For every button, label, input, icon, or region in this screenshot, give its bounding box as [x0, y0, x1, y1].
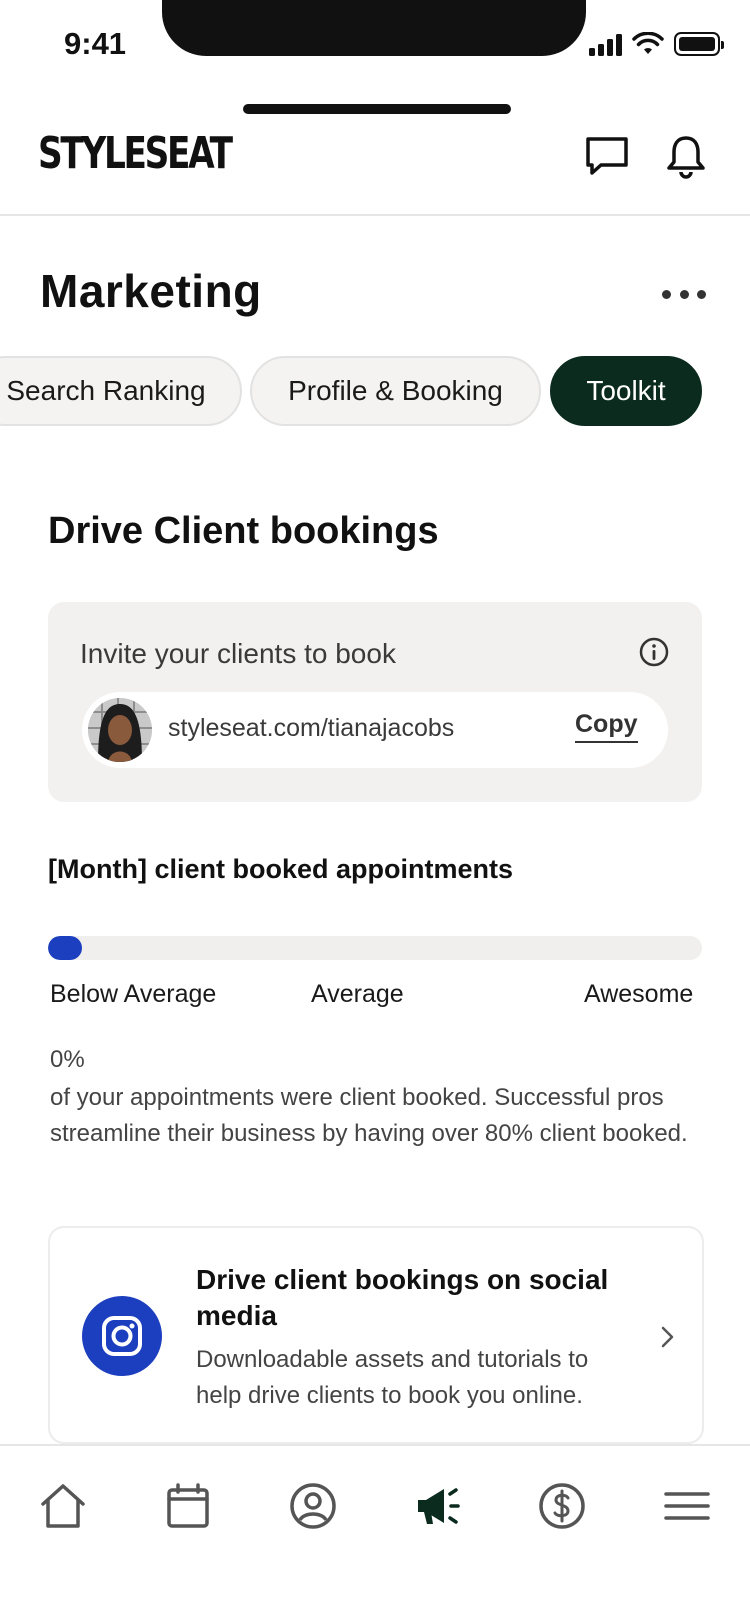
info-icon[interactable]: [638, 636, 670, 668]
megaphone-icon[interactable]: [412, 1480, 464, 1532]
styleseat-logo[interactable]: STYLESEAT: [38, 128, 233, 179]
tab-search-ranking[interactable]: Search Ranking: [0, 356, 242, 426]
social-card-title: Drive client bookings on social media: [196, 1264, 609, 1331]
bell-icon[interactable]: [662, 132, 710, 180]
dot-icon: [679, 289, 689, 299]
dot-icon: [662, 289, 671, 299]
booking-link-field: styleseat.com/tianajacobs Copy: [82, 692, 668, 768]
status-icons: [589, 32, 724, 56]
client-booked-description: of your appointments were client booked.…: [50, 1084, 688, 1147]
progress-fill: [48, 936, 82, 960]
scale-label-below-average: Below Average: [50, 980, 217, 1008]
invite-card: Invite your clients to book styleseat.co…: [48, 602, 702, 802]
home-icon[interactable]: [37, 1480, 89, 1532]
marketing-tabs: Search Ranking Profile & Booking Toolkit: [0, 356, 750, 428]
copy-link-button[interactable]: Copy: [575, 710, 638, 743]
battery-icon: [674, 32, 724, 56]
more-options-button[interactable]: [662, 280, 706, 308]
social-card-description: Downloadable assets and tutorials to hel…: [196, 1346, 589, 1409]
tab-toolkit[interactable]: Toolkit: [550, 356, 702, 426]
home-indicator: [243, 104, 511, 114]
cellular-signal-icon: [589, 32, 622, 56]
booking-link-url: styleseat.com/tianajacobs: [168, 714, 455, 742]
tab-profile-booking[interactable]: Profile & Booking: [250, 356, 541, 426]
dollar-icon[interactable]: [536, 1480, 588, 1532]
dot-icon: [697, 289, 706, 299]
calendar-icon[interactable]: [162, 1480, 214, 1532]
page-title: Marketing: [40, 265, 262, 317]
scale-label-average: Average: [311, 980, 404, 1008]
chevron-right-icon[interactable]: [656, 1322, 680, 1352]
device-notch: [162, 0, 586, 56]
status-bar: 9:41: [0, 0, 750, 114]
client-booked-progress-bar: [48, 936, 702, 960]
profile-icon[interactable]: [287, 1480, 339, 1532]
stat-title: [Month] client booked appointments: [48, 854, 513, 884]
invite-label: Invite your clients to book: [80, 638, 396, 669]
app-header: STYLESEAT: [0, 120, 750, 216]
status-time: 9:41: [64, 26, 127, 61]
scale-label-awesome: Awesome: [584, 980, 694, 1008]
bottom-navigation: [0, 1444, 750, 1624]
avatar: [88, 698, 152, 762]
menu-icon[interactable]: [661, 1480, 713, 1532]
client-booked-percent: 0%: [50, 1046, 85, 1073]
wifi-icon: [632, 32, 664, 54]
instagram-icon-badge: [82, 1296, 162, 1376]
instagram-icon: [102, 1316, 142, 1356]
message-icon[interactable]: [583, 132, 631, 180]
social-media-card[interactable]: Drive client bookings on social media Do…: [48, 1226, 704, 1444]
section-title: Drive Client bookings: [48, 510, 439, 552]
